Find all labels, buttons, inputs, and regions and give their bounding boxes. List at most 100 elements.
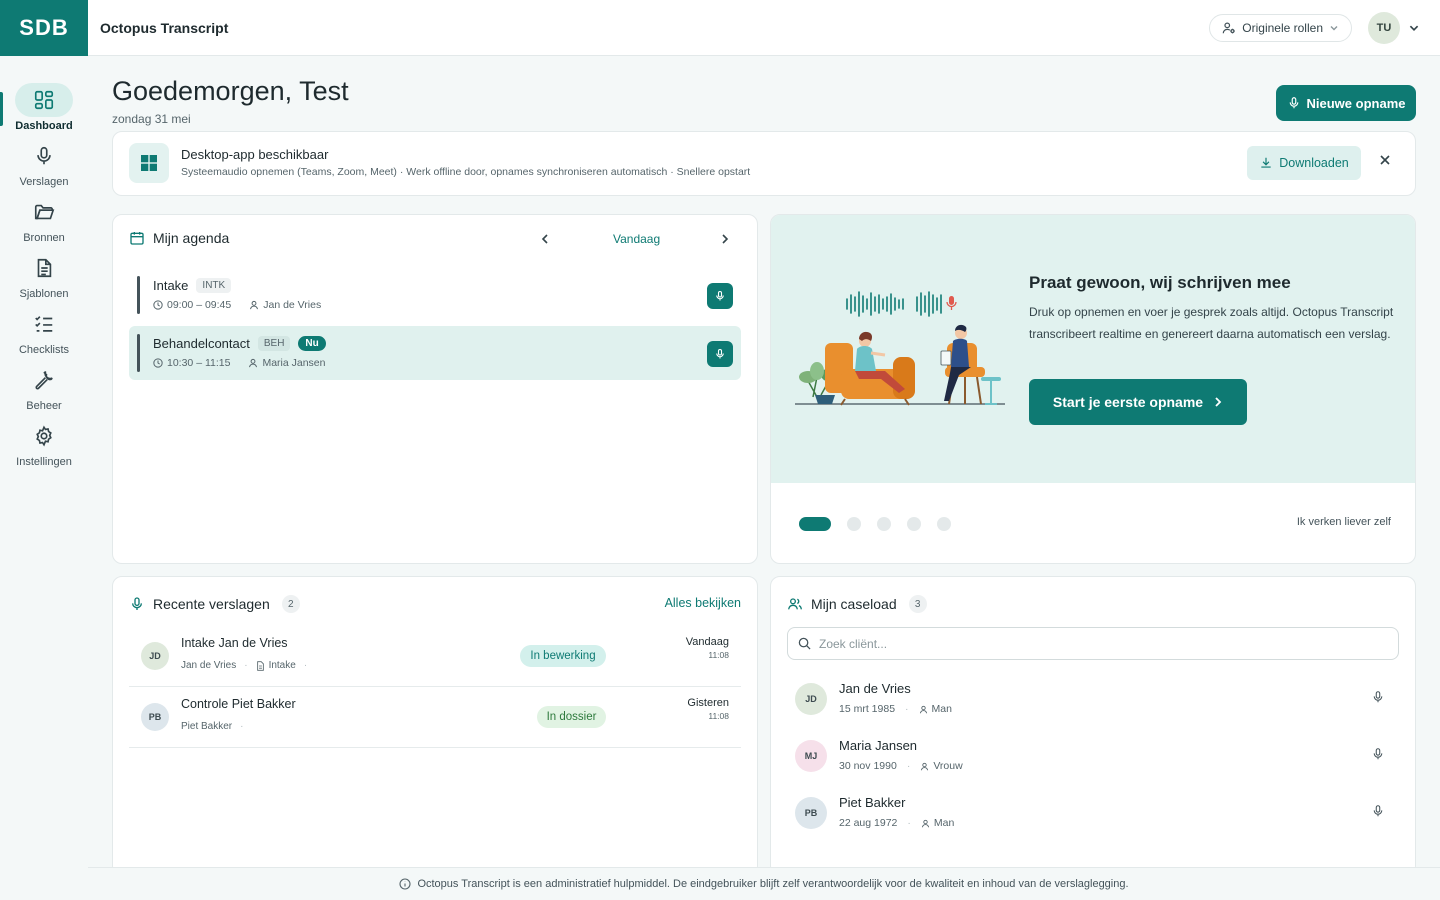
event-title-row: Behandelcontact BEH Nu	[153, 336, 326, 351]
chevron-right-icon[interactable]	[719, 233, 731, 245]
event-marker	[137, 276, 140, 314]
report-time: 11:08	[708, 711, 729, 721]
reports-header: Recente verslagen 2	[129, 595, 300, 613]
sidebar-item-instellingen[interactable]: Instellingen	[0, 419, 88, 475]
person-icon	[248, 358, 258, 368]
event-record-button[interactable]	[707, 283, 733, 309]
carousel-dot[interactable]	[877, 517, 891, 531]
report-row[interactable]: PB Controle Piet Bakker Piet Bakker · In…	[129, 687, 741, 748]
search-input[interactable]	[819, 636, 1379, 651]
chevron-left-icon[interactable]	[539, 233, 551, 245]
agenda-title: Mijn agenda	[153, 230, 230, 246]
report-row[interactable]: JD Intake Jan de Vries Jan de Vries · In…	[129, 626, 741, 687]
event-meta: 10:30 – 11:15 Maria Jansen	[153, 357, 325, 369]
carousel-dot[interactable]	[799, 517, 831, 531]
carousel-pagination	[799, 517, 951, 531]
banner-title: Desktop-app beschikbaar	[181, 147, 329, 162]
start-first-recording-button[interactable]: Start je eerste opname	[1029, 379, 1247, 425]
event-tag: BEH	[257, 336, 291, 351]
reports-count: 2	[281, 595, 300, 613]
wrench-icon	[15, 363, 73, 397]
document-icon	[15, 251, 73, 285]
brand-logo[interactable]: SDB	[0, 0, 88, 56]
event-record-button[interactable]	[707, 341, 733, 367]
skip-onboarding-link[interactable]: Ik verken liever zelf	[1297, 516, 1391, 528]
agenda-card: Mijn agenda Vandaag Intake INTK 09:00 – …	[112, 214, 758, 564]
mic-icon	[1287, 96, 1301, 110]
see-all-link[interactable]: Alles bekijken	[665, 596, 741, 610]
chevron-down-icon	[1329, 23, 1339, 33]
agenda-event[interactable]: Intake INTK 09:00 – 09:45 Jan de Vries	[129, 268, 741, 322]
client-dob: 15 mrt 1985	[839, 703, 896, 715]
carousel-dot[interactable]	[937, 517, 951, 531]
clock-icon	[153, 300, 163, 310]
role-switcher-button[interactable]: Originele rollen	[1209, 13, 1352, 42]
avatar: JD	[795, 683, 827, 715]
report-meta: Jan de Vries · Intake ·	[181, 660, 307, 671]
new-recording-button[interactable]: Nieuwe opname	[1276, 85, 1416, 121]
report-client: Piet Bakker	[181, 721, 233, 732]
folder-icon	[15, 195, 73, 229]
client-gender: Man	[931, 703, 952, 715]
dashboard-icon	[15, 83, 73, 117]
user-avatar[interactable]: TU	[1368, 11, 1400, 44]
sidebar-item-dashboard[interactable]: Dashboard	[0, 83, 88, 139]
sidebar-item-label: Verslagen	[19, 176, 69, 188]
disclaimer-footer: Octopus Transcript is een administratief…	[88, 867, 1440, 900]
record-client-mic-icon[interactable]	[1371, 803, 1385, 819]
avatar: MJ	[795, 740, 827, 772]
client-dob: 22 aug 1972	[839, 817, 898, 829]
today-button[interactable]: Vandaag	[613, 232, 660, 246]
event-meta: 09:00 – 09:45 Jan de Vries	[153, 299, 321, 311]
sidebar-item-beheer[interactable]: Beheer	[0, 363, 88, 419]
mic-icon	[129, 596, 145, 612]
separator: ·	[907, 817, 911, 829]
record-client-mic-icon[interactable]	[1371, 746, 1385, 762]
top-bar: Octopus Transcript Originele rollen TU	[88, 0, 1440, 56]
banner-subtitle: Systeemaudio opnemen (Teams, Zoom, Meet)…	[181, 166, 751, 178]
status-badge: In dossier	[537, 706, 606, 728]
info-icon	[399, 878, 411, 890]
report-time: 11:08	[708, 650, 729, 660]
client-row[interactable]: PB Piet Bakker 22 aug 1972 · Man	[787, 785, 1399, 842]
client-row[interactable]: MJ Maria Jansen 30 nov 1990 · Vrouw	[787, 728, 1399, 785]
sidebar-item-checklists[interactable]: Checklists	[0, 307, 88, 363]
event-time: 10:30 – 11:15	[167, 357, 231, 369]
sidebar-item-bronnen[interactable]: Bronnen	[0, 195, 88, 251]
person-icon	[921, 819, 930, 828]
download-button[interactable]: Downloaden	[1247, 146, 1361, 180]
sidebar-item-label: Instellingen	[16, 456, 72, 468]
recent-reports-card: Recente verslagen 2 Alles bekijken JD In…	[112, 576, 758, 876]
conversation-illustration	[793, 287, 1007, 409]
user-menu-chevron-icon[interactable]	[1408, 22, 1420, 34]
reports-title: Recente verslagen	[153, 596, 270, 612]
sidebar-item-verslagen[interactable]: Verslagen	[0, 139, 88, 195]
client-row[interactable]: JD Jan de Vries 15 mrt 1985 · Man	[787, 671, 1399, 728]
caseload-card: Mijn caseload 3 JD Jan de Vries 15 mrt 1…	[770, 576, 1416, 876]
caseload-count: 3	[908, 595, 927, 613]
disclaimer-text: Octopus Transcript is een administratief…	[417, 878, 1129, 890]
onboarding-carousel: Praat gewoon, wij schrijven mee Druk op …	[770, 214, 1416, 564]
logo-text: SDB	[19, 15, 69, 40]
carousel-dot[interactable]	[907, 517, 921, 531]
report-date: Gisteren 11:08	[687, 697, 729, 721]
now-badge: Nu	[298, 336, 326, 351]
mic-icon	[714, 348, 726, 360]
report-day: Gisteren	[687, 697, 729, 709]
sidebar-item-label: Checklists	[18, 344, 70, 356]
separator: ·	[905, 703, 909, 715]
record-client-mic-icon[interactable]	[1371, 689, 1385, 705]
person-icon	[249, 300, 259, 310]
client-gender: Man	[933, 817, 955, 829]
sidebar-item-label: Beheer	[26, 400, 62, 412]
close-icon[interactable]	[1379, 154, 1391, 166]
windows-icon	[129, 143, 169, 183]
client-search[interactable]	[787, 627, 1399, 660]
document-icon	[256, 660, 265, 671]
search-icon	[798, 637, 811, 650]
new-recording-label: Nieuwe opname	[1306, 95, 1406, 111]
person-icon	[919, 705, 928, 714]
carousel-dot[interactable]	[847, 517, 861, 531]
sidebar-item-sjablonen[interactable]: Sjablonen	[0, 251, 88, 307]
agenda-event[interactable]: Behandelcontact BEH Nu 10:30 – 11:15 Mar…	[129, 326, 741, 380]
